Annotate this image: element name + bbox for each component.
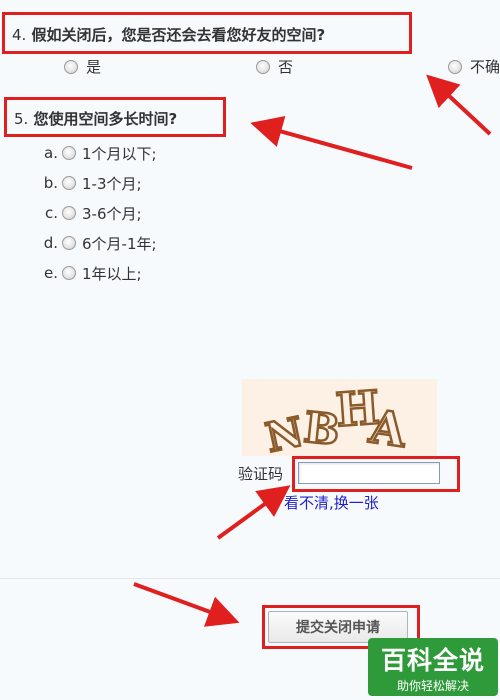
annotation-arrows (133, 74, 492, 627)
arrow-to-q4-option (426, 74, 492, 136)
watermark-logo: 百科全说 助你轻松解决 (368, 638, 498, 696)
watermark-subtitle: 助你轻松解决 (396, 678, 469, 693)
arrow-to-submit-button (133, 582, 240, 627)
arrow-to-q5-title (250, 116, 413, 170)
arrow-to-captcha-input (216, 485, 291, 540)
watermark-title: 百科全说 (380, 645, 485, 675)
